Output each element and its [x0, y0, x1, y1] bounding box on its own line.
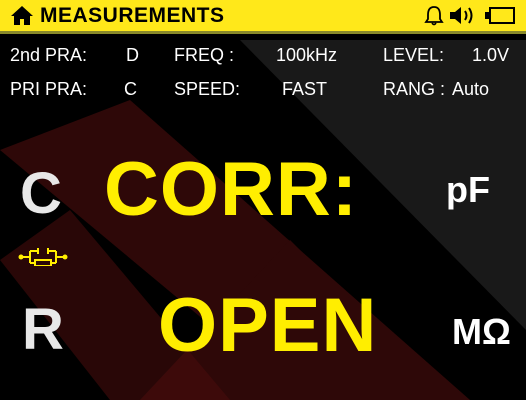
secondary-reading: OPEN	[158, 283, 378, 368]
range-label: RANG :	[383, 79, 446, 99]
primary-unit: pF	[446, 169, 490, 210]
freq-label: FREQ :	[174, 45, 235, 65]
title-bar: MEASUREMENTS	[0, 0, 526, 31]
parallel-equivalent-circuit-icon[interactable]	[16, 248, 70, 266]
page-title: MEASUREMENTS	[40, 4, 225, 27]
second-param-label: 2nd PRA:	[10, 45, 88, 65]
level-label: LEVEL:	[383, 45, 445, 65]
speed-label: SPEED:	[174, 79, 241, 99]
second-param-value[interactable]: D	[126, 44, 139, 66]
primary-param-value[interactable]: C	[124, 78, 137, 100]
primary-param-label: PRI PRA:	[10, 79, 88, 99]
primary-reading: CORR:	[104, 147, 359, 232]
speaker-icon[interactable]	[448, 5, 476, 26]
battery-icon	[485, 7, 515, 24]
level-value[interactable]: 1.0V	[472, 44, 509, 66]
speed-value[interactable]: FAST	[282, 78, 327, 100]
secondary-unit: MΩ	[452, 311, 511, 352]
header-divider	[0, 31, 526, 34]
primary-symbol: C	[20, 161, 62, 226]
measurement-screen: MEASUREMENTS 2nd PRA: D FREQ : 100kHz LE…	[0, 0, 526, 400]
secondary-symbol: R	[22, 297, 64, 362]
bell-icon[interactable]	[424, 5, 444, 26]
home-icon[interactable]	[10, 5, 34, 26]
range-value[interactable]: Auto	[452, 78, 489, 100]
freq-value[interactable]: 100kHz	[276, 44, 337, 66]
